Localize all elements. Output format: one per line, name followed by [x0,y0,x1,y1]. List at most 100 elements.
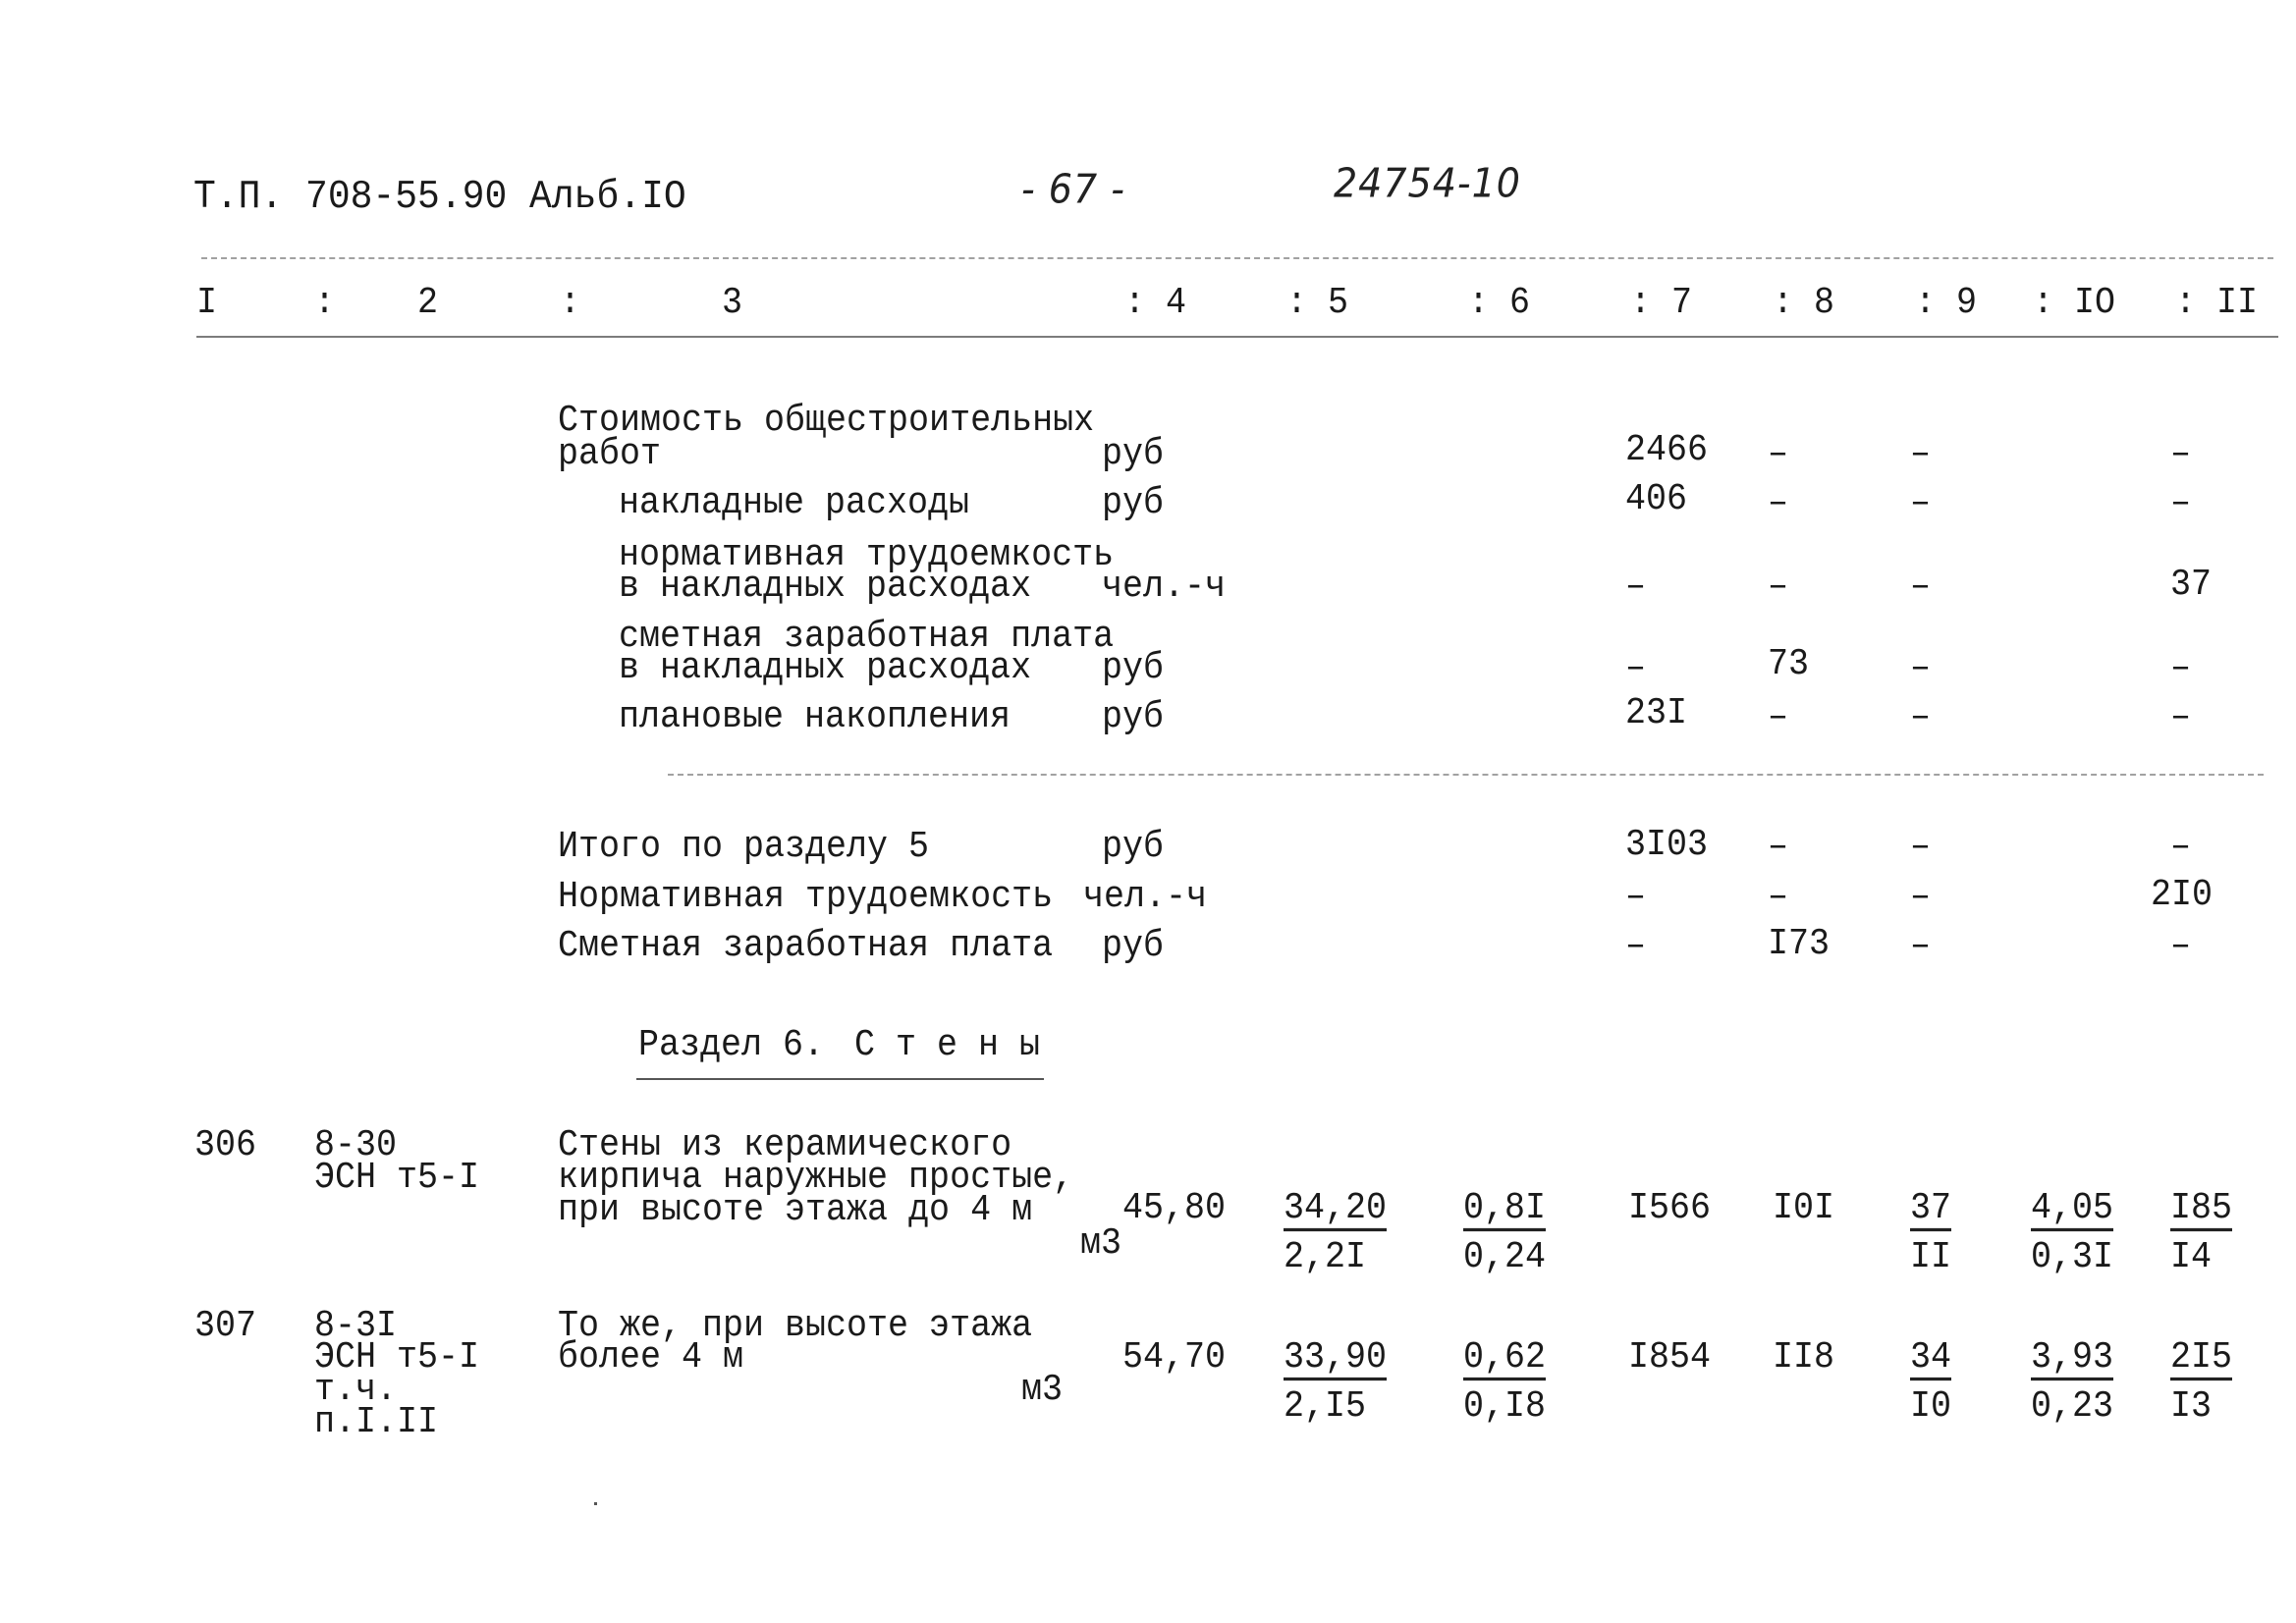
item-quantity: 54,70 [1122,1335,1227,1379]
col6-bottom: 0,I8 [1463,1384,1547,1428]
section-title-name: С т е н ы [854,1023,1041,1066]
item-description: более 4 м [558,1335,744,1379]
col5-top: 33,90 [1284,1338,1388,1381]
total-col8: – [1768,875,1789,918]
summary-label: в накладных расходах [619,646,1032,689]
summary-unit: руб [1102,432,1165,475]
col11-top: 2I5 [2170,1338,2233,1381]
total-col11: – [2170,825,2192,868]
inventory-number: 24754-10 [1334,159,1521,207]
col8: II8 [1773,1335,1835,1379]
summary-col8: – [1768,481,1789,524]
column-header-3: 3 [722,281,743,324]
header-bottom-rule [196,336,2278,338]
total-label: Нормативная трудоемкость [558,875,1054,918]
item-unit: м3 [1021,1368,1064,1411]
item-number: 307 [194,1304,257,1347]
summary-col9: – [1910,695,1932,738]
summary-col7: – [1625,565,1647,608]
item-unit: м3 [1080,1221,1122,1265]
item-number: 306 [194,1123,257,1166]
header-top-rule [201,257,2273,259]
total-unit: руб [1102,924,1165,967]
col9-bottom: I0 [1910,1384,1952,1428]
summary-label: работ [558,432,662,475]
column-header-11: : II [2175,281,2259,324]
col5-bottom: 2,I5 [1284,1384,1367,1428]
summary-col11: – [2170,695,2192,738]
summary-col7: 2466 [1625,428,1709,471]
section-title-underline [636,1078,1044,1080]
summary-col8: – [1768,565,1789,608]
document-reference: Т.П. 708-55.90 Альб.IO [193,174,686,221]
column-separator: : [314,281,336,324]
col5-top: 34,20 [1284,1189,1388,1232]
summary-col7: 406 [1625,477,1688,520]
total-label: Итого по разделу 5 [558,825,930,868]
col10-top: 3,93 [2031,1338,2114,1381]
summary-unit: руб [1102,646,1165,689]
col9-top: 34 [1910,1338,1952,1381]
summary-col7: – [1625,646,1647,689]
col6-top: 0,62 [1463,1338,1547,1381]
summary-col11: 37 [2170,563,2213,606]
item-code: п.I.II [314,1400,439,1443]
summary-col11: – [2170,481,2192,524]
col10-bottom: 0,23 [2031,1384,2114,1428]
summary-label: плановые накопления [619,695,1011,738]
column-header-7: : 7 [1630,281,1693,324]
col6-bottom: 0,24 [1463,1235,1547,1278]
total-col9: – [1910,875,1932,918]
summary-unit: руб [1102,481,1165,524]
col8: I0I [1773,1186,1835,1229]
col11-top: I85 [2170,1189,2233,1232]
total-col7: 3I03 [1625,823,1709,866]
col9-bottom: II [1910,1235,1952,1278]
subtotal-rule [668,774,2264,776]
column-header-5: : 5 [1286,281,1349,324]
summary-col11: – [2170,432,2192,475]
section-title-prefix: Раздел 6. [638,1023,825,1066]
summary-unit: руб [1102,695,1165,738]
column-header-8: : 8 [1773,281,1835,324]
column-separator: : [560,281,581,324]
column-header-2: 2 [417,281,439,324]
total-col8: – [1768,825,1789,868]
total-col11: 2I0 [2151,873,2214,916]
summary-col11: – [2170,646,2192,689]
summary-col9: – [1910,432,1932,475]
total-unit: руб [1102,825,1165,868]
scan-speck [594,1502,597,1505]
col7: I566 [1628,1186,1712,1229]
summary-col9: – [1910,646,1932,689]
summary-label: накладные расходы [619,481,970,524]
page-number: - 67 - [1021,165,1125,213]
column-header-9: : 9 [1915,281,1978,324]
col9-top: 37 [1910,1189,1952,1232]
col11-bottom: I3 [2170,1384,2213,1428]
total-label: Сметная заработная плата [558,924,1054,967]
total-col7: – [1625,875,1647,918]
col10-top: 4,05 [2031,1189,2114,1232]
column-header-10: : IO [2033,281,2116,324]
summary-col8: – [1768,695,1789,738]
total-col9: – [1910,924,1932,967]
total-col9: – [1910,825,1932,868]
summary-label: в накладных расходах [619,565,1032,608]
summary-col7: 23I [1625,691,1688,734]
col5-bottom: 2,2I [1284,1235,1367,1278]
item-quantity: 45,80 [1122,1186,1227,1229]
summary-unit: чел.-ч [1102,565,1227,608]
summary-col9: – [1910,565,1932,608]
column-header-6: : 6 [1468,281,1531,324]
column-header-1: I [196,281,218,324]
summary-col8: 73 [1768,642,1810,685]
item-description: при высоте этажа до 4 м [558,1188,1033,1231]
col10-bottom: 0,3I [2031,1235,2114,1278]
total-unit: чел.-ч [1083,875,1208,918]
summary-col8: – [1768,432,1789,475]
item-code: ЭСН т5-I [314,1156,480,1199]
total-col7: – [1625,924,1647,967]
col7: I854 [1628,1335,1712,1379]
total-col11: – [2170,924,2192,967]
